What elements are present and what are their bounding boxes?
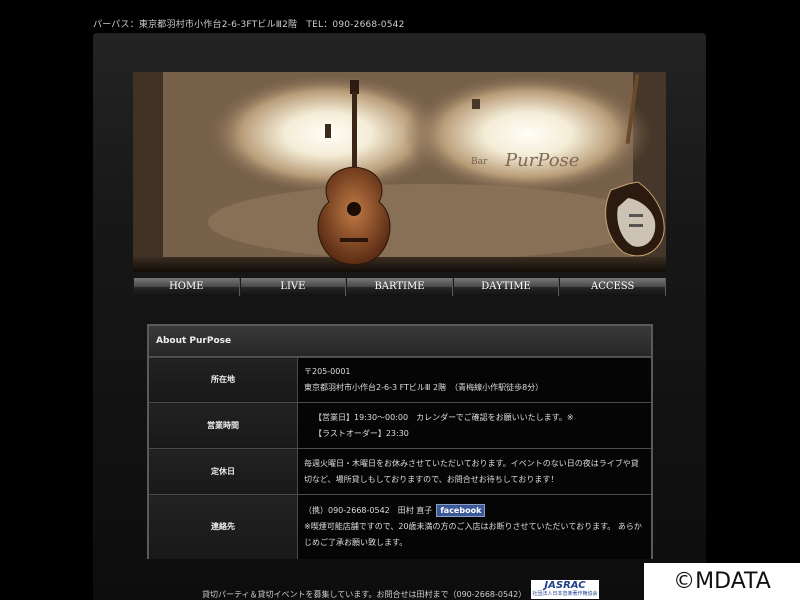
last-order: 【ラストオーダー】23:30	[314, 428, 409, 438]
nav-access[interactable]: ACCESS	[559, 278, 666, 296]
watermark: ©MDATA	[644, 563, 800, 600]
hero-image: Bar PurPose	[133, 72, 666, 272]
label-closed: 定休日	[149, 448, 298, 495]
sign-purpose-text: PurPose	[504, 150, 579, 171]
closed-days-line1: 毎週火曜日・木曜日をお休みさせていただいております。イベントのない日の夜はライブ…	[304, 458, 639, 468]
street-address: 東京都羽村市小作台2-6-3 FTビルⅢ 2階 （青梅線小作駅徒歩8分）	[304, 383, 544, 392]
table-row: 所在地 〒205-0001 東京都羽村市小作台2-6-3 FTビルⅢ 2階 （青…	[149, 357, 651, 403]
contact-phone: （携）090-2668-0542 田村 直子	[304, 505, 433, 515]
label-address: 所在地	[149, 357, 298, 403]
label-contact: 連絡先	[149, 494, 298, 559]
jasrac-logo[interactable]: JASRAC 社団法人日本音楽著作権協会	[531, 580, 599, 599]
nav-daytime[interactable]: DAYTIME	[452, 278, 560, 296]
value-hours: 【営業日】19:30〜00:00 カレンダーでご確認をお願いいたします。※ 【ラ…	[297, 402, 651, 449]
table-row: 定休日 毎週火曜日・木曜日をお休みさせていただいております。イベントのない日の夜…	[149, 448, 651, 495]
jasrac-logo-text: JASRAC	[544, 580, 586, 591]
sign-bar-text: Bar	[471, 157, 488, 167]
nav-home[interactable]: HOME	[133, 278, 240, 296]
value-contact: （携）090-2668-0542 田村 直子 facebook ※喫煙可能店舗です…	[297, 494, 651, 559]
label-hours: 営業時間	[149, 402, 298, 449]
table-row: 営業時間 【営業日】19:30〜00:00 カレンダーでご確認をお願いいたします…	[149, 402, 651, 449]
footer-notice: 貸切パーティ＆貸切イベントを募集しています。お問合せは田村まで（090-2668…	[202, 590, 527, 599]
jasrac-subtext: 社団法人日本音楽著作権協会	[532, 591, 598, 597]
about-panel: About PurPose 所在地 〒205-0001 東京都羽村市小作台2-6…	[147, 324, 653, 559]
value-address: 〒205-0001 東京都羽村市小作台2-6-3 FTビルⅢ 2階 （青梅線小作…	[297, 357, 651, 403]
business-hours: 【営業日】19:30〜00:00 カレンダーでご確認をお願いいたします。※	[314, 412, 574, 422]
facebook-link[interactable]: facebook	[436, 503, 486, 517]
main-navigation: HOME LIVE BARTIME DAYTIME ACCESS	[133, 278, 666, 296]
value-closed: 毎週火曜日・木曜日をお休みさせていただいております。イベントのない日の夜はライブ…	[297, 448, 651, 495]
site-header-address: パーパス：東京都羽村市小作台2-6-3FTビルⅢ2階 TEL：090-2668-…	[93, 20, 405, 30]
nav-bartime[interactable]: BARTIME	[346, 278, 453, 296]
smoking-notice: ※喫煙可能店舗ですので、20歳未満の方のご入店はお断りさせていただいております。…	[304, 521, 642, 547]
closed-days-line2: 切など、場所貸しもしておりますので、お問合せお待ちしております！	[304, 474, 559, 484]
about-table: 所在地 〒205-0001 東京都羽村市小作台2-6-3 FTビルⅢ 2階 （青…	[149, 357, 651, 559]
nav-live[interactable]: LIVE	[239, 278, 347, 296]
table-row: 連絡先 （携）090-2668-0542 田村 直子 facebook ※喫煙可能…	[149, 494, 651, 559]
about-title: About PurPose	[149, 326, 651, 357]
postal-code: 〒205-0001	[304, 367, 351, 376]
